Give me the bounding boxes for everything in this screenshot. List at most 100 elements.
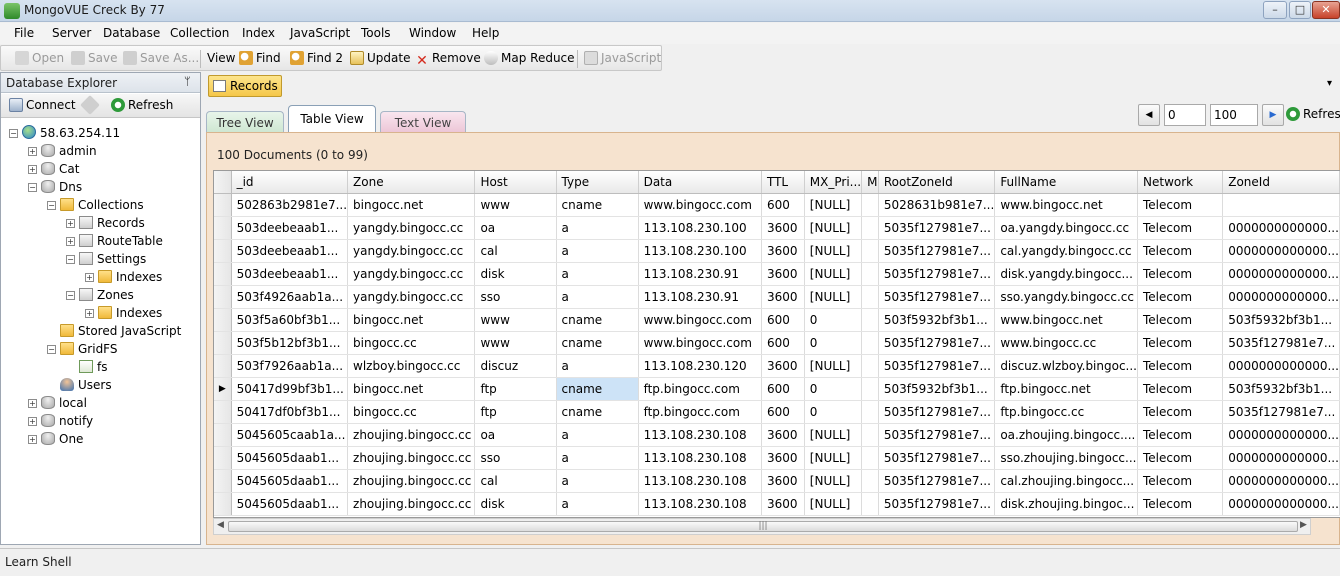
table-cell[interactable] bbox=[861, 193, 879, 217]
table-cell[interactable]: 503f7926aab1a... bbox=[231, 354, 349, 378]
table-cell[interactable]: 0 bbox=[804, 331, 863, 355]
table-cell[interactable]: Telecom bbox=[1137, 193, 1224, 217]
column-header[interactable]: TTL bbox=[761, 171, 805, 194]
table-cell[interactable]: 113.108.230.100 bbox=[638, 239, 762, 263]
table-cell[interactable]: zhoujing.bingocc.cc bbox=[347, 423, 476, 447]
table-cell[interactable]: a bbox=[556, 239, 639, 263]
table-cell[interactable]: bingocc.net bbox=[347, 308, 476, 332]
remove-button[interactable]: ✕ Remove bbox=[415, 49, 481, 69]
table-cell[interactable]: Telecom bbox=[1137, 308, 1224, 332]
table-cell[interactable]: 50417d99bf3b1... bbox=[231, 377, 349, 401]
table-row[interactable]: 503f5b12bf3b1... bingocc.cc www cname www.bi… bbox=[214, 331, 1340, 355]
table-cell[interactable] bbox=[861, 331, 879, 355]
expand-toggle-icon[interactable]: + bbox=[66, 237, 75, 246]
tree-node[interactable]: + One bbox=[28, 431, 83, 449]
table-cell[interactable]: 113.108.230.120 bbox=[638, 354, 762, 378]
table-cell[interactable]: disk bbox=[474, 262, 557, 286]
table-cell[interactable]: 503f5932bf3b1... bbox=[1222, 308, 1340, 332]
tree-node[interactable]: Users bbox=[47, 377, 112, 395]
table-cell[interactable]: www.bingocc.net bbox=[994, 308, 1138, 332]
table-cell[interactable] bbox=[861, 262, 879, 286]
table-cell[interactable]: 5035f127981e7... bbox=[878, 216, 996, 240]
view-refresh-button[interactable]: Refresh bbox=[1286, 104, 1340, 126]
row-header[interactable] bbox=[214, 262, 232, 286]
column-header[interactable]: Zone bbox=[347, 171, 476, 194]
tree-node[interactable]: − Settings bbox=[66, 251, 146, 269]
column-header[interactable]: RootZoneId bbox=[878, 171, 996, 194]
table-cell[interactable]: Telecom bbox=[1137, 354, 1224, 378]
records-tab-button[interactable]: Records bbox=[208, 75, 282, 97]
menu-index[interactable]: Index bbox=[242, 26, 275, 40]
connect-button[interactable]: Connect bbox=[9, 96, 76, 116]
table-cell[interactable]: 503f4926aab1a... bbox=[231, 285, 349, 309]
expand-toggle-icon[interactable]: + bbox=[66, 219, 75, 228]
tree-node[interactable]: − 58.63.254.11 bbox=[9, 125, 120, 143]
table-cell[interactable]: cname bbox=[556, 400, 639, 424]
table-cell[interactable]: 0000000000000... bbox=[1222, 446, 1340, 470]
table-row[interactable]: 50417df0bf3b1... bingocc.cc ftp cname ftp.bi… bbox=[214, 400, 1340, 424]
table-cell[interactable]: 503deebeaab1... bbox=[231, 262, 349, 286]
previous-page-button[interactable]: ◀ bbox=[1138, 104, 1160, 126]
table-cell[interactable]: 5035f127981e7... bbox=[878, 239, 996, 263]
table-cell[interactable]: 113.108.230.108 bbox=[638, 446, 762, 470]
table-cell[interactable]: www bbox=[474, 331, 557, 355]
column-header[interactable]: ZoneId bbox=[1222, 171, 1340, 194]
table-cell[interactable]: a bbox=[556, 446, 639, 470]
table-cell[interactable]: bingocc.net bbox=[347, 377, 476, 401]
table-cell[interactable]: oa.yangdy.bingocc.cc bbox=[994, 216, 1138, 240]
table-row[interactable]: 5045605caab1a... zhoujing.bingocc.cc oa a 11… bbox=[214, 423, 1340, 447]
table-cell[interactable] bbox=[861, 423, 879, 447]
table-cell[interactable]: 5035f127981e7... bbox=[878, 354, 996, 378]
table-cell[interactable]: 3600 bbox=[761, 262, 805, 286]
table-cell[interactable]: 5045605daab1... bbox=[231, 492, 349, 516]
table-cell[interactable]: 503f5932bf3b1... bbox=[1222, 377, 1340, 401]
table-cell[interactable]: discuz bbox=[474, 354, 557, 378]
table-cell[interactable]: 50417df0bf3b1... bbox=[231, 400, 349, 424]
menu-window[interactable]: Window bbox=[409, 26, 456, 40]
table-cell[interactable]: 5035f127981e7... bbox=[878, 331, 996, 355]
table-cell[interactable]: disk.yangdy.bingocc... bbox=[994, 262, 1138, 286]
table-cell[interactable]: a bbox=[556, 354, 639, 378]
table-cell[interactable]: www.bingocc.net bbox=[994, 193, 1138, 217]
menu-server[interactable]: Server bbox=[52, 26, 91, 40]
table-cell[interactable]: 0000000000000... bbox=[1222, 423, 1340, 447]
expand-toggle-icon[interactable]: + bbox=[28, 165, 37, 174]
table-cell[interactable]: [NULL] bbox=[804, 354, 863, 378]
table-cell[interactable]: yangdy.bingocc.cc bbox=[347, 285, 476, 309]
table-cell[interactable]: 113.108.230.91 bbox=[638, 262, 762, 286]
table-cell[interactable]: disk bbox=[474, 492, 557, 516]
table-cell[interactable]: a bbox=[556, 285, 639, 309]
row-header[interactable] bbox=[214, 331, 232, 355]
table-cell[interactable]: www.bingocc.com bbox=[638, 331, 762, 355]
table-cell[interactable]: www bbox=[474, 193, 557, 217]
scroll-left-arrow[interactable]: ◀ bbox=[217, 520, 224, 530]
table-cell[interactable]: ftp bbox=[474, 377, 557, 401]
scrollbar-thumb[interactable]: ||| bbox=[228, 521, 1298, 532]
table-cell[interactable]: ftp.bingocc.net bbox=[994, 377, 1138, 401]
table-cell[interactable]: Telecom bbox=[1137, 423, 1224, 447]
table-cell[interactable]: 5045605caab1a... bbox=[231, 423, 349, 447]
column-header[interactable]: MX_Pri... bbox=[804, 171, 863, 194]
table-cell[interactable]: a bbox=[556, 469, 639, 493]
table-cell[interactable]: ftp.bingocc.com bbox=[638, 377, 762, 401]
column-header[interactable]: Data bbox=[638, 171, 762, 194]
table-cell[interactable]: oa bbox=[474, 423, 557, 447]
table-cell[interactable]: 0000000000000... bbox=[1222, 216, 1340, 240]
table-cell[interactable]: 113.108.230.100 bbox=[638, 216, 762, 240]
table-cell[interactable]: ftp.bingocc.cc bbox=[994, 400, 1138, 424]
table-row[interactable]: 5045605daab1... zhoujing.bingocc.cc cal a 11… bbox=[214, 469, 1340, 493]
table-cell[interactable]: [NULL] bbox=[804, 469, 863, 493]
table-cell[interactable]: zhoujing.bingocc.cc bbox=[347, 446, 476, 470]
row-header[interactable] bbox=[214, 423, 232, 447]
table-cell[interactable]: Telecom bbox=[1137, 216, 1224, 240]
table-cell[interactable]: yangdy.bingocc.cc bbox=[347, 216, 476, 240]
open-button[interactable]: Open bbox=[15, 49, 64, 69]
table-cell[interactable]: [NULL] bbox=[804, 239, 863, 263]
table-cell[interactable]: cal bbox=[474, 469, 557, 493]
pin-icon[interactable]: ᛘ bbox=[184, 75, 191, 88]
table-cell[interactable]: 5035f127981e7... bbox=[878, 492, 996, 516]
table-cell[interactable]: 5035f127981e7... bbox=[878, 446, 996, 470]
table-cell[interactable]: Telecom bbox=[1137, 377, 1224, 401]
row-header[interactable] bbox=[214, 469, 232, 493]
disconnect-button[interactable] bbox=[80, 95, 100, 116]
